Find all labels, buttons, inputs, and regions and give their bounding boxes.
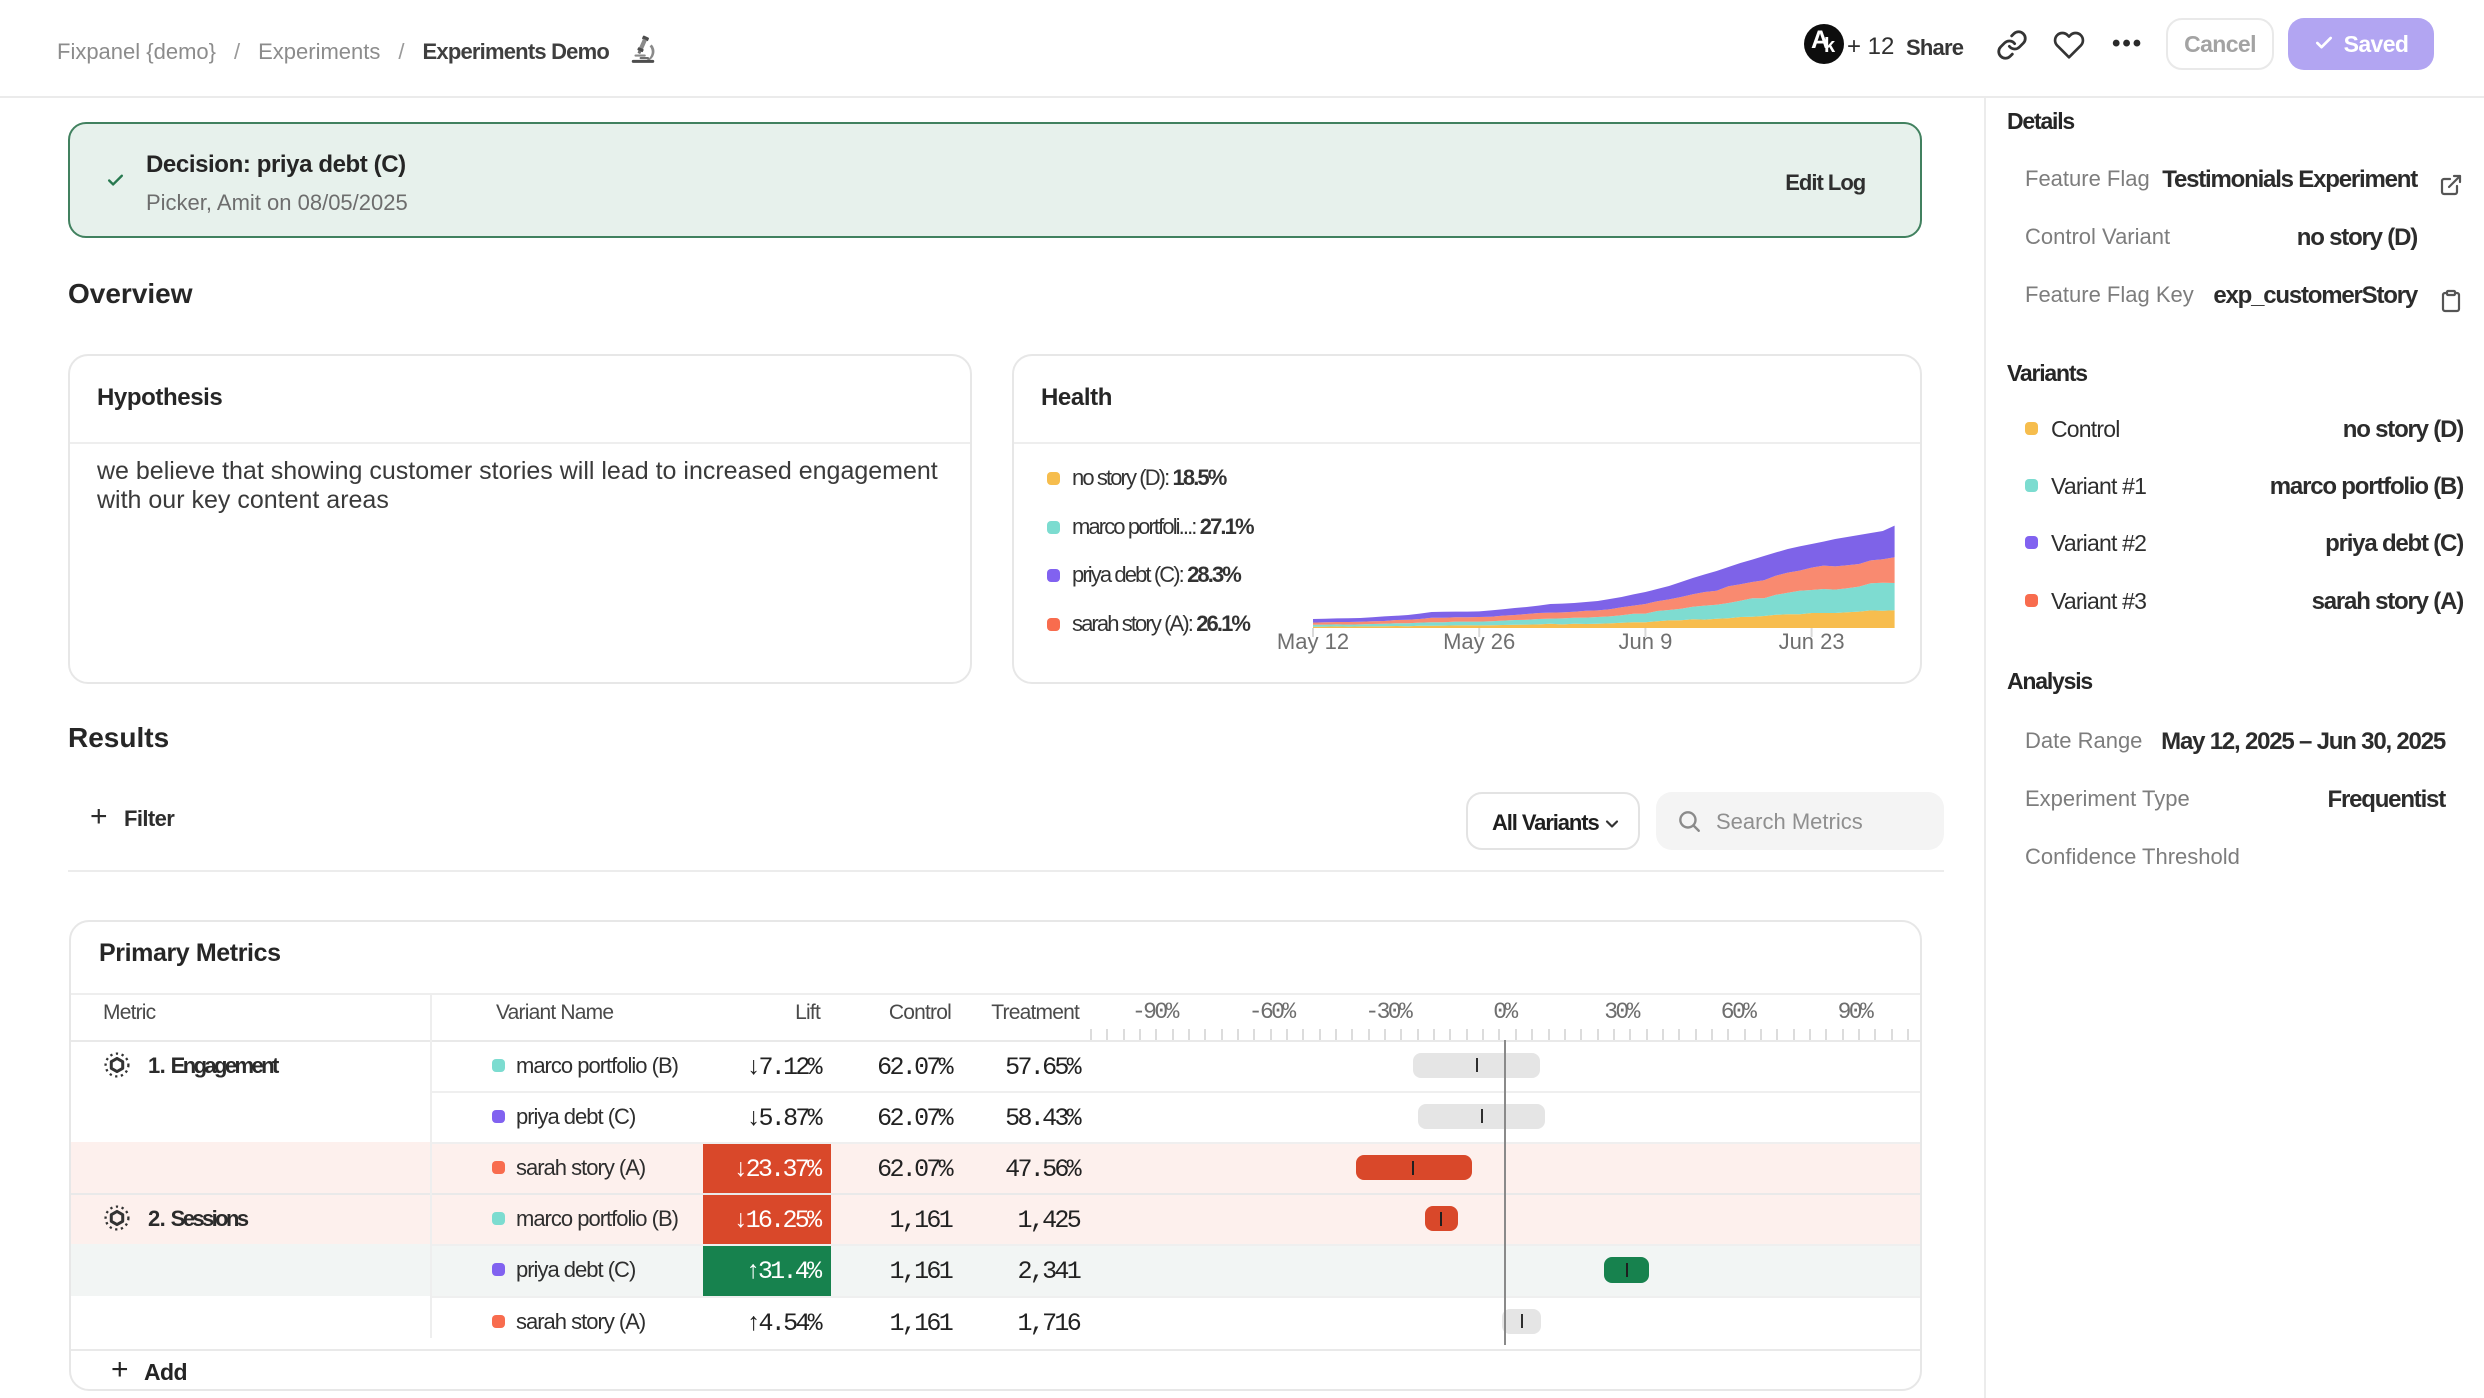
- svg-text:Jun 9: Jun 9: [1618, 629, 1672, 654]
- svg-text:May 26: May 26: [1443, 629, 1515, 654]
- svg-text:Jun 23: Jun 23: [1779, 629, 1845, 654]
- svg-text:May 12: May 12: [1277, 629, 1349, 654]
